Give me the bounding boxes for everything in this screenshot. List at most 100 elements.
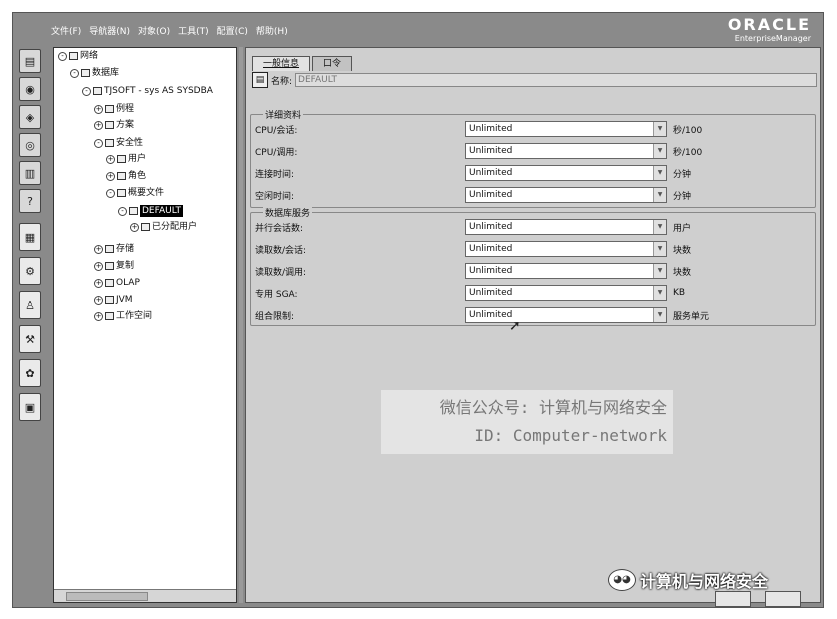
tab-general[interactable]: 一般信息 (252, 56, 311, 71)
navigator-tree[interactable]: - 网络 - 数据库 - TJSOFT - sys AS SYSDBA + 例程 + 方案 - 安全性… (53, 47, 237, 603)
expand-icon[interactable]: + (130, 222, 139, 232)
unit-label: 分钟 (673, 191, 692, 202)
chevron-down-icon[interactable]: ▼ (653, 242, 666, 256)
tree-node[interactable]: - 安全性 (94, 137, 143, 149)
chevron-down-icon[interactable]: ▼ (653, 220, 666, 234)
form-row: 并行会话数: Unlimited ▼ 用户 (255, 218, 811, 236)
expand-icon[interactable]: + (94, 295, 103, 305)
help-icon[interactable]: ? (19, 189, 41, 213)
expand-icon[interactable]: + (106, 154, 115, 164)
tree-node[interactable]: + 复制 (94, 260, 134, 272)
tree-node[interactable]: + 角色 (106, 170, 146, 182)
limit-select[interactable]: Unlimited ▼ (465, 241, 667, 257)
expand-icon[interactable]: + (94, 311, 103, 321)
menu-item-2[interactable]: 对象(O) (138, 24, 170, 37)
form-row: 空闲时间: Unlimited ▼ 分钟 (255, 186, 811, 204)
field-label: 读取数/调用: (255, 267, 307, 278)
database-icon[interactable]: ◉ (19, 77, 41, 101)
tree-node[interactable]: + 已分配用户 (130, 221, 197, 233)
apply-button[interactable] (715, 591, 751, 607)
chevron-down-icon[interactable]: ▼ (653, 264, 666, 278)
expand-icon[interactable]: + (94, 278, 103, 288)
menu-item-5[interactable]: 帮助(H) (256, 24, 288, 37)
tree-node[interactable]: + 用户 (106, 153, 146, 165)
tree-node[interactable]: + 方案 (94, 119, 134, 131)
expand-icon[interactable]: + (94, 261, 103, 271)
tree-node-label: 数据库 (92, 68, 120, 78)
expand-icon[interactable]: + (94, 244, 103, 254)
watermark-line1: 微信公众号: 计算机与网络安全 (439, 398, 667, 417)
field-label: 专用 SGA: (255, 289, 298, 300)
collapse-icon[interactable]: - (70, 68, 79, 78)
schema-tool-icon[interactable]: ♙ (19, 291, 41, 319)
chevron-down-icon[interactable]: ▼ (653, 166, 666, 180)
cube-icon[interactable]: ◈ (19, 105, 41, 129)
name-field[interactable]: DEFAULT (295, 73, 818, 87)
chevron-down-icon[interactable]: ▼ (653, 188, 666, 202)
folder-icon (117, 155, 126, 163)
chevron-down-icon[interactable]: ▼ (653, 286, 666, 300)
unit-label: 秒/100 (673, 147, 703, 158)
field-label: 组合限制: (255, 311, 295, 322)
chevron-down-icon[interactable]: ▼ (653, 144, 666, 158)
limit-select[interactable]: Unlimited ▼ (465, 307, 667, 323)
storage-tool-icon[interactable]: ▦ (19, 223, 41, 251)
menu-item-3[interactable]: 工具(T) (178, 24, 209, 37)
pane-splitter[interactable] (239, 47, 243, 603)
workspace-tool-icon[interactable]: ▣ (19, 393, 41, 421)
tree-node[interactable]: + 存储 (94, 243, 134, 255)
limit-select[interactable]: Unlimited ▼ (465, 165, 667, 181)
menu-item-0[interactable]: 文件(F) (51, 24, 81, 37)
limit-select[interactable]: Unlimited ▼ (465, 285, 667, 301)
scrollbar-thumb[interactable] (66, 592, 148, 601)
tree-node[interactable]: + 工作空间 (94, 310, 152, 322)
form-row: 读取数/会话: Unlimited ▼ 块数 (255, 240, 811, 258)
network-tool-icon[interactable]: ✿ (19, 359, 41, 387)
collapse-icon[interactable]: - (94, 138, 103, 148)
chevron-down-icon[interactable]: ▼ (653, 122, 666, 136)
limit-select[interactable]: Unlimited ▼ (465, 219, 667, 235)
unit-label: 用户 (673, 223, 692, 234)
expand-icon[interactable]: + (94, 104, 103, 114)
field-label: CPU/会话: (255, 125, 298, 136)
tree-node[interactable]: + OLAP (94, 277, 140, 289)
logo-main: ORACLE (727, 15, 811, 34)
expand-icon[interactable]: + (106, 171, 115, 181)
trash-icon[interactable]: ▥ (19, 161, 41, 185)
oracle-logo: ORACLE EnterpriseManager (728, 17, 811, 43)
tree-node[interactable]: - DEFAULT (118, 205, 183, 217)
instance-tool-icon[interactable]: ⚒ (19, 325, 41, 353)
tree-node[interactable]: - 概要文件 (106, 187, 164, 199)
select-value: Unlimited (469, 244, 513, 254)
collapse-icon[interactable]: - (106, 188, 115, 198)
menu-item-4[interactable]: 配置(C) (217, 24, 248, 37)
cluster-icon[interactable]: ◎ (19, 133, 41, 157)
limit-select[interactable]: Unlimited ▼ (465, 187, 667, 203)
tree-horizontal-scrollbar[interactable] (54, 589, 236, 602)
chevron-down-icon[interactable]: ▼ (653, 308, 666, 322)
collapse-icon[interactable]: - (58, 51, 67, 61)
tree-node[interactable]: - TJSOFT - sys AS SYSDBA (82, 85, 213, 97)
collapse-icon[interactable]: - (118, 206, 127, 216)
wechat-icon: ◕◕ (608, 569, 636, 591)
document-icon[interactable]: ▤ (19, 49, 41, 73)
form-row: CPU/调用: Unlimited ▼ 秒/100 (255, 142, 811, 160)
tree-node[interactable]: + 例程 (94, 103, 134, 115)
limit-select[interactable]: Unlimited ▼ (465, 263, 667, 279)
revert-button[interactable] (765, 591, 801, 607)
tree-node[interactable]: - 数据库 (70, 67, 119, 79)
tree-node-label: JVM (116, 295, 133, 305)
folder-icon (141, 223, 150, 231)
tree-node[interactable]: - 网络 (58, 50, 98, 62)
folder-icon (105, 312, 114, 320)
menu-item-1[interactable]: 导航器(N) (89, 24, 130, 37)
limit-select[interactable]: Unlimited ▼ (465, 143, 667, 159)
tree-node-label: 用户 (128, 154, 147, 164)
collapse-icon[interactable]: - (82, 86, 91, 96)
limit-select[interactable]: Unlimited ▼ (465, 121, 667, 137)
select-value: Unlimited (469, 190, 513, 200)
security-tool-icon[interactable]: ⚙ (19, 257, 41, 285)
expand-icon[interactable]: + (94, 120, 103, 130)
tree-node[interactable]: + JVM (94, 294, 133, 306)
tab-password[interactable]: 口令 (312, 56, 353, 71)
